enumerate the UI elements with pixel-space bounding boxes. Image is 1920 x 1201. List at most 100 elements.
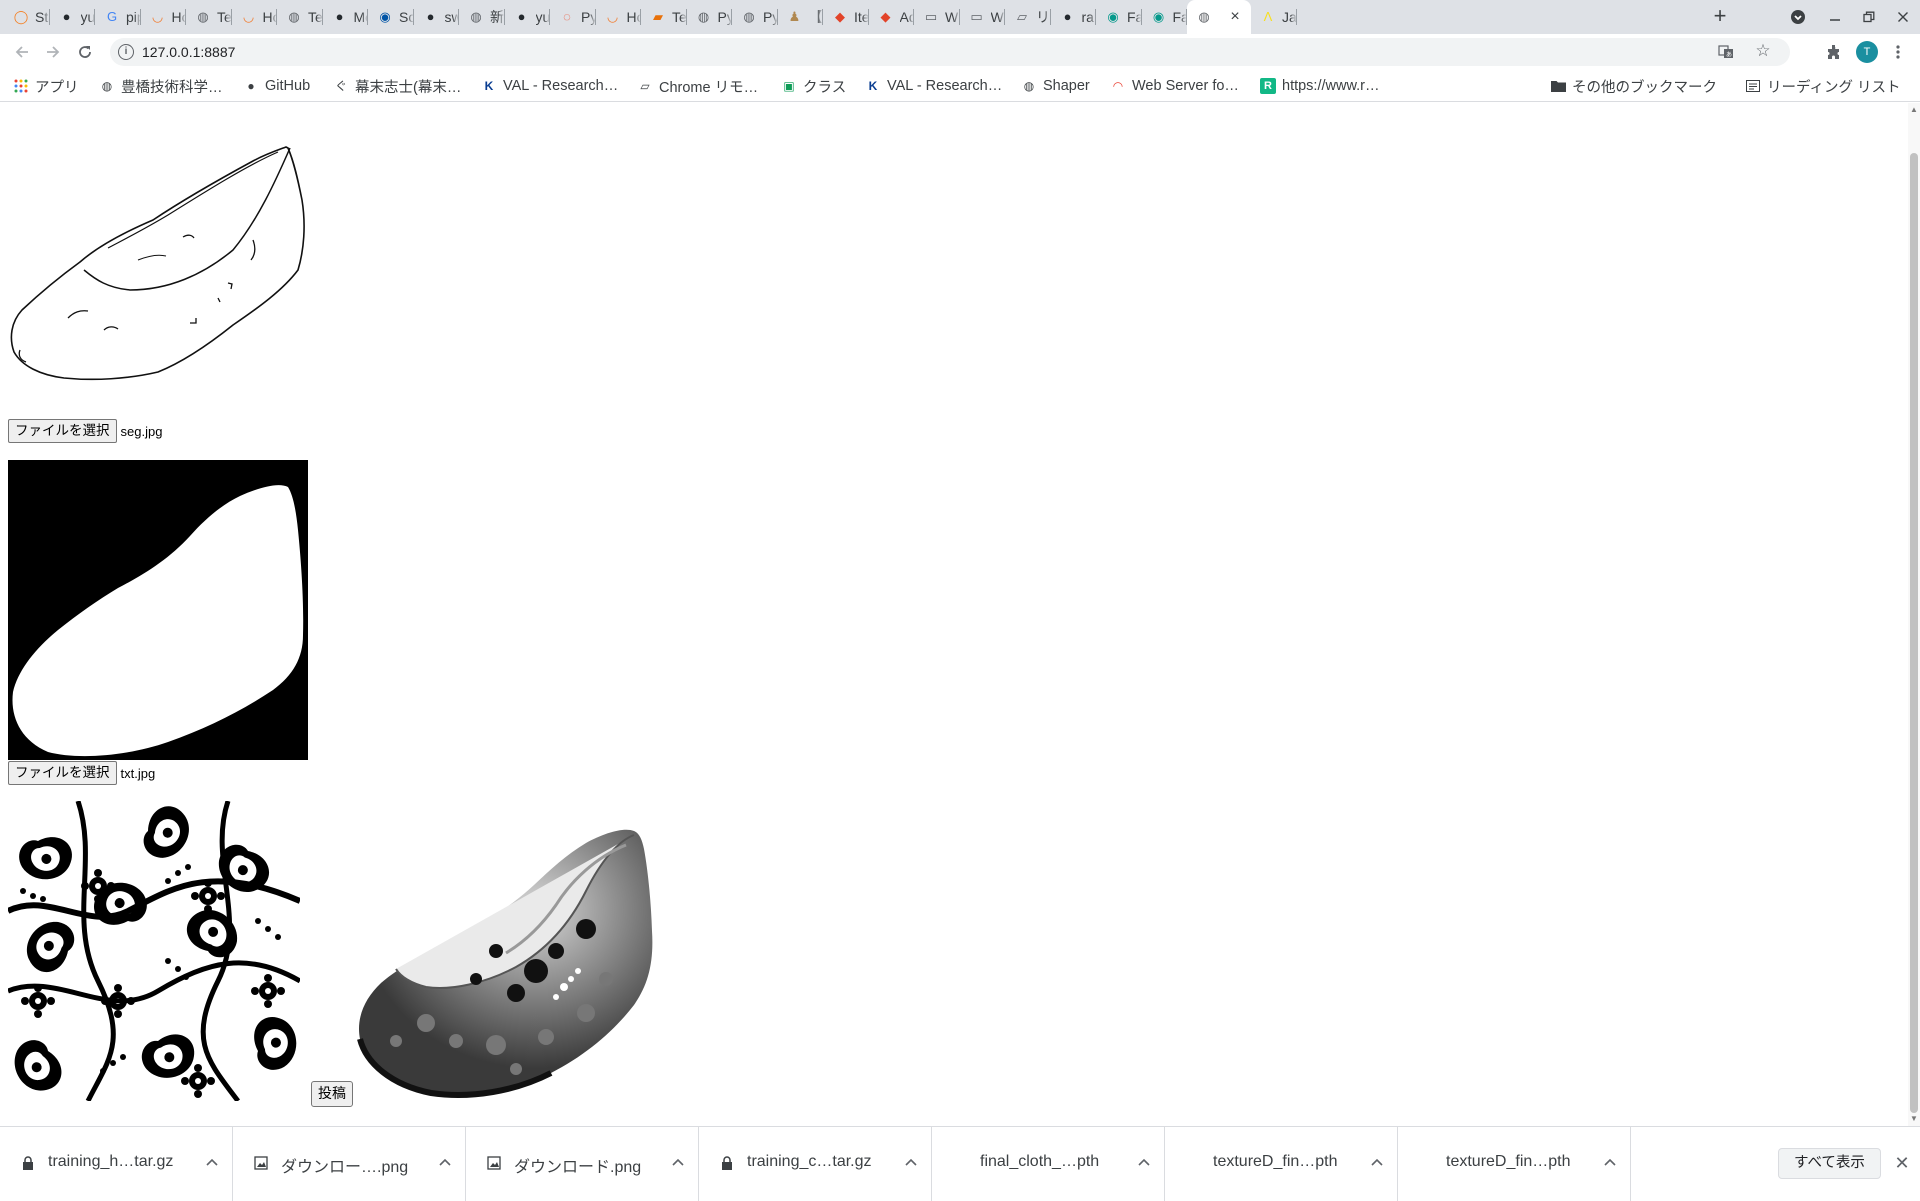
forward-button[interactable] — [39, 38, 67, 66]
bookmark-apps[interactable]: アプリ — [13, 76, 79, 96]
folder-icon — [1550, 78, 1566, 94]
download-file-name: training_c…tar.gz — [747, 1153, 872, 1170]
tab[interactable]: ◍ Tes — [186, 0, 232, 34]
download-item[interactable]: textureD_fin…pth — [1165, 1127, 1398, 1201]
bookmark-label: リーディング リスト — [1767, 79, 1901, 96]
tab[interactable]: Gpip — [95, 0, 141, 34]
tab-search-button[interactable] — [1781, 0, 1815, 34]
tab[interactable]: ◆ Iter — [823, 0, 869, 34]
bookmark-item[interactable]: ▣ クラス — [781, 76, 846, 96]
download-item[interactable]: ダウンロー….png — [233, 1127, 466, 1201]
bookmark-item[interactable]: Rhttps://www.r… — [1260, 76, 1380, 96]
new-tab-button[interactable]: + — [1708, 5, 1732, 29]
tab[interactable]: ● Mo — [323, 0, 368, 34]
tab[interactable]: Λ Jav — [1251, 0, 1297, 34]
show-all-downloads-button[interactable]: すべて表示 — [1778, 1148, 1881, 1179]
chevron-up-icon[interactable] — [437, 1153, 453, 1169]
tab[interactable]: ◆ Ad — [869, 0, 915, 34]
minimize-button[interactable] — [1818, 0, 1852, 34]
tab[interactable]: ◡ Ho — [596, 0, 641, 34]
tab-title: Fas — [1127, 9, 1142, 25]
tab[interactable]: ◡ Ho — [141, 0, 186, 34]
close-tab-icon[interactable]: × — [1227, 9, 1243, 25]
globe-icon: ◍ — [101, 79, 113, 93]
menu-kebab-icon[interactable] — [1888, 42, 1908, 62]
download-item[interactable]: training_c…tar.gz — [699, 1127, 932, 1201]
chevron-up-icon[interactable] — [1602, 1153, 1618, 1169]
bookmark-item[interactable]: K VAL - Research… — [481, 76, 619, 96]
download-item[interactable]: final_cloth_…pth — [932, 1127, 1165, 1201]
restore-button[interactable] — [1852, 0, 1886, 34]
tab[interactable]: ◍ Pyt — [687, 0, 732, 34]
close-window-button[interactable] — [1886, 0, 1920, 34]
bookmark-item[interactable]: ◍ Shaper — [1021, 76, 1090, 96]
scroll-up-arrow-icon[interactable]: ▲ — [1910, 105, 1918, 115]
tab-title: pip — [126, 9, 141, 25]
tab[interactable]: ▰ Tes — [641, 0, 687, 34]
tab[interactable]: ● yuc — [50, 0, 96, 34]
tab[interactable]: ◍ Pyt — [732, 0, 778, 34]
tab[interactable]: ♟ 【F — [778, 0, 824, 34]
address-bar[interactable]: i 127.0.0.1:8887 あ ☆ — [110, 38, 1790, 66]
bookmark-label: クラス — [803, 79, 847, 96]
tab-title: Wi — [990, 9, 1006, 25]
download-item[interactable]: textureD_fin…pth — [1398, 1127, 1631, 1201]
chevron-up-icon[interactable] — [670, 1153, 686, 1169]
reload-button[interactable] — [71, 38, 99, 66]
download-item[interactable]: ダウンロード.png — [466, 1127, 699, 1201]
bookmark-other-folder[interactable]: その他のブックマーク — [1550, 76, 1717, 96]
tab[interactable]: ▭ Wi — [960, 0, 1006, 34]
monitor-icon: ▭ — [970, 9, 983, 24]
tab[interactable]: ● swi — [414, 0, 459, 34]
submit-button[interactable]: 投稿 — [311, 1081, 353, 1107]
chevron-up-icon[interactable] — [903, 1153, 919, 1169]
chevron-up-icon[interactable] — [1136, 1153, 1152, 1169]
seg-file-select-button[interactable]: ファイルを選択 — [8, 419, 117, 443]
bookmark-star-icon[interactable]: ☆ — [1754, 42, 1772, 60]
tab[interactable]: ◉ Fas — [1142, 0, 1187, 34]
tab-title: yuc — [80, 9, 96, 25]
tab-title: Pyt — [581, 9, 596, 25]
chevron-up-icon[interactable] — [1369, 1153, 1385, 1169]
tab[interactable]: ◍ Tes — [277, 0, 323, 34]
globe-icon: ◍ — [1198, 9, 1210, 24]
url-text[interactable]: 127.0.0.1:8887 — [142, 38, 235, 66]
tab[interactable]: ◉ Fas — [1096, 0, 1142, 34]
tab[interactable]: ▱ リモ — [1005, 0, 1051, 34]
bookmark-item[interactable]: ◍ 豊橋技術科学… — [99, 76, 223, 96]
github-icon: ● — [517, 9, 526, 24]
bookmark-item[interactable]: ぐ幕末志士(幕末… — [333, 76, 461, 96]
bookmark-item[interactable]: ▱ Chrome リモ… — [637, 76, 758, 96]
tab-search-icon — [1791, 10, 1805, 24]
bookmark-item[interactable]: ● GitHub — [243, 76, 310, 96]
chevron-up-icon[interactable] — [204, 1153, 220, 1169]
site-info-icon[interactable]: i — [118, 44, 134, 60]
back-button[interactable] — [8, 38, 36, 66]
tab[interactable]: ● rak — [1051, 0, 1096, 34]
tab[interactable]: ◌ Pyt — [550, 0, 596, 34]
tab[interactable]: ◍ 新! — [459, 0, 505, 34]
tab-title: Tes — [672, 9, 687, 25]
page-scrollbar[interactable]: ▲ ▼ — [1908, 103, 1920, 1126]
scroll-down-arrow-icon[interactable]: ▼ — [1910, 1114, 1918, 1124]
tab-title: Ad — [899, 9, 915, 25]
tab-title: 【F — [808, 9, 824, 25]
tab[interactable]: ◯ Sta — [4, 0, 50, 34]
scrollbar-thumb[interactable] — [1910, 153, 1918, 1113]
translate-icon[interactable]: あ — [1718, 44, 1734, 60]
tab[interactable]: ● yuc — [505, 0, 550, 34]
profile-avatar[interactable]: T — [1856, 41, 1878, 63]
tab[interactable]: ◉ Sci — [368, 0, 414, 34]
tab[interactable]: ◡ Ho — [232, 0, 277, 34]
tab[interactable]: ▭ Wi — [914, 0, 960, 34]
extensions-icon[interactable] — [1824, 42, 1844, 62]
reading-list-button[interactable]: リーディング リスト — [1745, 76, 1901, 96]
github-icon: ● — [247, 79, 255, 93]
tab[interactable]: ◍ × — [1187, 0, 1251, 34]
bookmark-item[interactable]: ◠ Web Server fo… — [1110, 76, 1239, 96]
close-download-shelf-icon[interactable]: ✕ — [1894, 1153, 1910, 1173]
bookmark-item[interactable]: K VAL - Research… — [865, 76, 1003, 96]
github-icon: ● — [426, 9, 435, 24]
download-item[interactable]: training_h…tar.gz — [0, 1127, 233, 1201]
txt-file-select-button[interactable]: ファイルを選択 — [8, 761, 117, 785]
